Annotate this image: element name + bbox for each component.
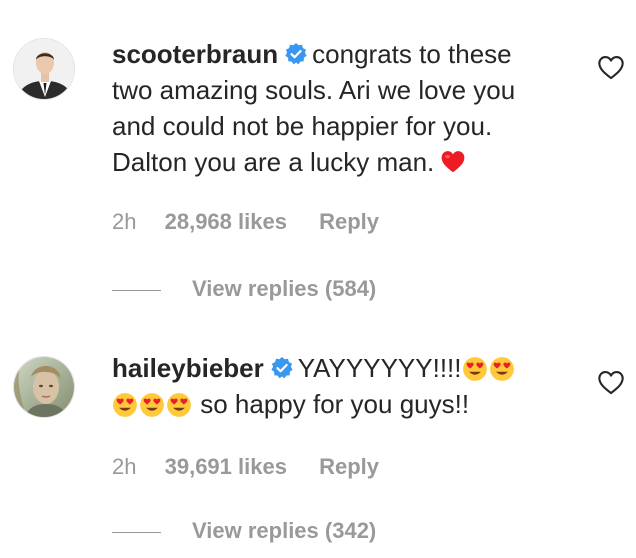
heart-eyes-emoji-icon xyxy=(462,357,487,381)
woman-avatar-image xyxy=(14,357,74,417)
verified-badge-icon xyxy=(271,357,293,379)
like-count[interactable]: 39,691 likes xyxy=(165,454,287,480)
comment-body: scooterbraun congrats to these two amazin… xyxy=(112,36,582,180)
comment-text-line: YAYYYYYY!!!! xyxy=(297,353,462,383)
heart-outline-icon[interactable] xyxy=(597,54,625,80)
avatar[interactable] xyxy=(13,38,75,100)
comment-text-line: so happy for you guys!! xyxy=(200,389,470,419)
username[interactable]: scooterbraun xyxy=(112,39,278,69)
comment-time: 2h xyxy=(112,454,137,479)
red-heart-emoji-icon xyxy=(441,151,465,173)
divider-line xyxy=(112,532,161,533)
heart-eyes-emoji-icon xyxy=(140,393,164,417)
username[interactable]: haileybieber xyxy=(112,353,264,383)
comment-body: haileybieber YAYYYYYY!!!! so happy for yo… xyxy=(112,350,582,422)
comment-text-line: congrats to these xyxy=(312,39,512,69)
reply-button[interactable]: Reply xyxy=(319,209,379,235)
reply-button[interactable]: Reply xyxy=(319,454,379,480)
man-avatar-image xyxy=(14,39,74,99)
verified-badge-icon xyxy=(285,43,307,65)
divider-line xyxy=(112,290,161,291)
view-replies-label: View replies (342) xyxy=(192,518,377,543)
comment-text-line: and could not be happier for you. xyxy=(112,111,493,141)
comment-time: 2h xyxy=(112,209,137,234)
comment-meta: 2h 39,691 likes Reply xyxy=(112,454,379,480)
comment-text-line: two amazing souls. Ari we love you xyxy=(112,75,516,105)
comment-meta: 2h 28,968 likes Reply xyxy=(112,209,379,235)
view-replies-label: View replies (584) xyxy=(192,276,377,301)
comment-text-line: Dalton you are a lucky man. xyxy=(112,147,435,177)
heart-eyes-emoji-icon xyxy=(113,393,137,417)
avatar[interactable] xyxy=(13,356,75,418)
like-count[interactable]: 28,968 likes xyxy=(165,209,287,235)
heart-eyes-emoji-icon xyxy=(489,357,514,381)
heart-eyes-emoji-icon xyxy=(167,393,191,417)
heart-outline-icon[interactable] xyxy=(597,369,625,395)
